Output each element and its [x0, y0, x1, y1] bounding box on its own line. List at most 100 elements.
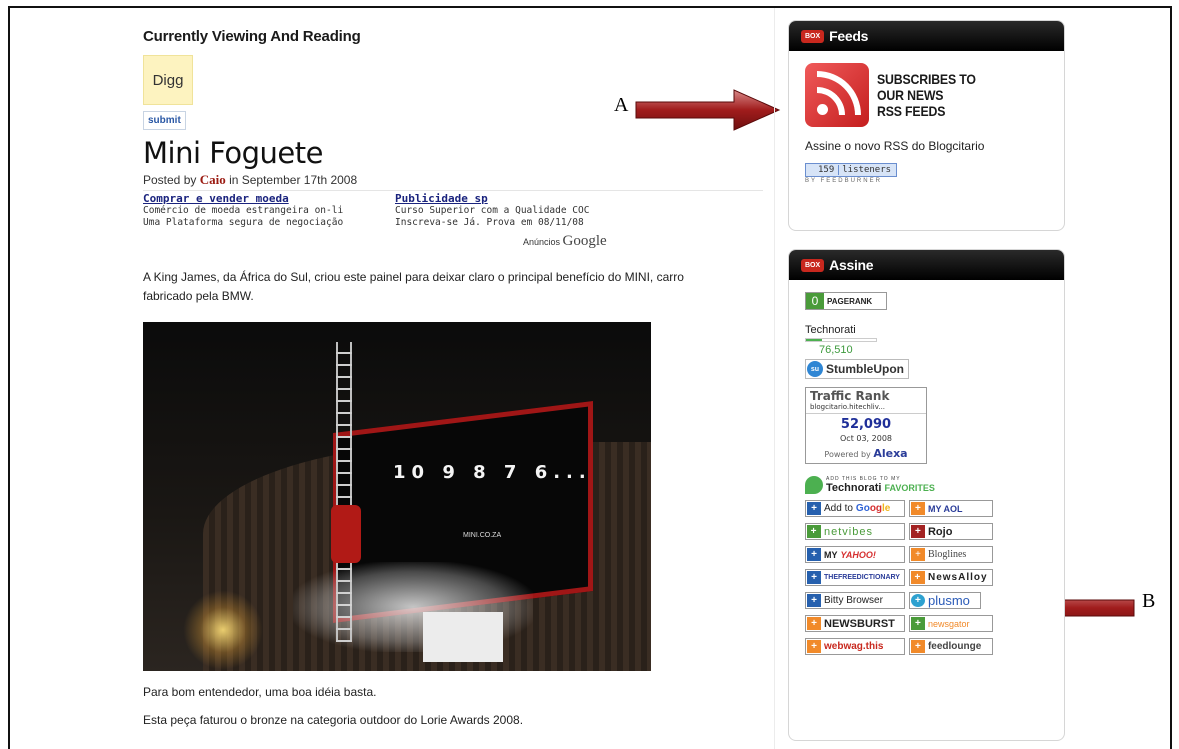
author-link[interactable]: Caio — [200, 172, 226, 187]
newsalloy-label: NewsAlloy — [927, 572, 988, 583]
newsburst-label: NEWSBURST — [824, 617, 895, 630]
google-g3: le — [882, 503, 891, 514]
rss-icon[interactable] — [805, 63, 869, 127]
alexa-site: blogcitario.hitechliv... — [806, 403, 926, 414]
bloglines-button[interactable]: + Bloglines — [908, 546, 993, 563]
technorati-icon — [805, 476, 823, 494]
post-caption-2: Esta peça faturou o bronze na categoria … — [143, 713, 524, 727]
post-photo: 10 9 8 7 6... MINI.CO.ZA — [143, 322, 651, 671]
technorati-rank[interactable]: Technorati 76,510 — [805, 324, 1048, 356]
feeds-widget: BOX Feeds SUBSCRIBES TO OUR NEWS RSS FEE… — [788, 20, 1065, 231]
photo-cabin — [423, 612, 503, 662]
plusmo-label: plusmo — [927, 593, 970, 608]
assine-widget-header: BOX Assine — [789, 250, 1064, 280]
stumbleupon-button[interactable]: su StumbleUpon — [805, 359, 909, 379]
feedburner-by: BY FEEDBURNER — [805, 178, 882, 184]
digg-submit-button[interactable]: submit — [143, 111, 186, 130]
feedburner-label: listeners — [842, 165, 892, 175]
photo-light — [183, 590, 263, 670]
techfav-big-text: Technorati FAVORITES — [826, 482, 935, 494]
rojo-button[interactable]: + Rojo — [908, 523, 993, 540]
netvibes-label: netvibes — [824, 525, 873, 538]
pagerank-label: PAGERANK — [827, 296, 873, 306]
feedburner-counter[interactable]: 159 listeners BY FEEDBURNER — [805, 163, 897, 184]
technorati-favorites-button[interactable]: ADD THIS BLOG TO MY Technorati FAVORITES — [805, 476, 1048, 494]
ad-item[interactable]: Comprar e vender moeda Comércio de moeda… — [143, 192, 375, 254]
feedburner-count: 159 — [806, 165, 840, 175]
ad-line: Comércio de moeda estrangeira on-li — [143, 205, 344, 216]
pagerank-value: 0 — [806, 293, 824, 309]
plus-icon: + — [910, 548, 925, 561]
webwag-label: webwag.this — [824, 641, 884, 652]
posted-prefix: Posted by — [143, 173, 197, 187]
section-heading: Currently Viewing And Reading — [143, 28, 361, 45]
main-content: Currently Viewing And Reading Digg submi… — [143, 28, 763, 727]
google-ads-block: Comprar e vender moeda Comércio de moeda… — [143, 192, 763, 254]
post-caption: Para bom entendedor, uma boa idéia basta… — [143, 685, 377, 699]
plus-icon: + — [807, 502, 821, 515]
plus-icon: + — [807, 617, 821, 630]
my-aol-button[interactable]: + MY AOL — [908, 500, 993, 517]
rss-subscribe-banner[interactable]: SUBSCRIBES TO OUR NEWS RSS FEEDS — [805, 63, 1048, 127]
alexa-rank: 52,090 — [840, 417, 892, 432]
ad-title[interactable]: Comprar e vender moeda — [143, 192, 375, 205]
ad-line: Curso Superior com a Qualidade COC — [395, 205, 590, 216]
rss-line-2: OUR NEWS — [877, 87, 944, 103]
bitty-browser-button[interactable]: + Bitty Browser — [805, 592, 905, 609]
rojo-label: Rojo — [927, 525, 953, 538]
netvibes-button[interactable]: + netvibes — [805, 523, 905, 540]
box-badge: BOX — [801, 258, 825, 272]
feedburner-box: 159 listeners — [805, 163, 897, 177]
subscribe-buttons: + Add to Google + MY AOL + netvibes + Ro… — [805, 500, 1048, 655]
webwag-button[interactable]: + webwag.this — [805, 638, 905, 655]
photo-car — [331, 505, 361, 563]
feedlounge-button[interactable]: + feedlounge — [908, 638, 993, 655]
my-yahoo-button[interactable]: + MY YAHOO! — [805, 546, 905, 563]
newsgator-button[interactable]: + newsgator — [908, 615, 993, 632]
plus-icon: + — [807, 548, 821, 561]
page-frame: Currently Viewing And Reading Digg submi… — [8, 6, 1172, 749]
feeds-body: SUBSCRIBES TO OUR NEWS RSS FEEDS Assine … — [789, 51, 1064, 199]
techfav-brand: Technorati — [826, 482, 882, 494]
photo-countdown: 10 9 8 7 6... — [393, 462, 592, 483]
freedictionary-button[interactable]: + THEFREEDICTIONARY — [805, 569, 905, 586]
alexa-powered-label: Powered by — [824, 450, 871, 459]
technorati-value: 76,510 — [819, 344, 853, 356]
posted-date: in September 17th 2008 — [229, 173, 358, 187]
feeds-widget-header: BOX Feeds — [789, 21, 1064, 51]
ads-by-google[interactable]: Anúncios Google — [523, 233, 607, 250]
alexa-title: Traffic Rank — [810, 389, 890, 403]
technorati-bar — [805, 338, 877, 342]
rss-line-3: RSS FEEDS — [877, 103, 946, 119]
techfav-accent: FAVORITES — [884, 483, 935, 493]
plusmo-button[interactable]: + plusmo — [908, 592, 981, 609]
newsburst-button[interactable]: + NEWSBURST — [805, 615, 905, 632]
pagerank-badge[interactable]: 0 PAGERANK — [805, 292, 887, 310]
post-paragraph: A King James, da África do Sul, criou es… — [143, 270, 684, 303]
add-to-google-button[interactable]: + Add to Google — [805, 500, 905, 517]
bloglines-label: Bloglines — [927, 549, 967, 560]
annotation-arrow-a-icon — [635, 89, 781, 131]
plus-icon: + — [910, 640, 925, 653]
post-title[interactable]: Mini Foguete — [143, 136, 763, 170]
plusmo-icon: + — [910, 594, 925, 607]
ad-line: Inscreva-se Já. Prova em 08/11/08 — [395, 217, 584, 228]
assine-rss-link[interactable]: Assine o novo RSS do Blogcitario — [805, 139, 1048, 153]
rss-line-1: SUBSCRIBES TO — [877, 71, 976, 87]
feeds-widget-title: Feeds — [829, 28, 869, 44]
assine-widget: BOX Assine 0 PAGERANK Technorati 76,510 … — [788, 249, 1065, 741]
plus-icon: + — [807, 525, 821, 538]
alexa-date: Oct 03, 2008 — [840, 434, 892, 443]
stumbleupon-icon: su — [807, 361, 823, 377]
annotation-a-label: A — [614, 94, 629, 116]
sidebar: BOX Feeds SUBSCRIBES TO OUR NEWS RSS FEE… — [774, 8, 1170, 749]
plus-icon: + — [910, 502, 925, 515]
digg-button[interactable]: Digg — [143, 55, 193, 105]
alexa-traffic-widget[interactable]: Traffic Rank blogcitario.hitechliv... 52… — [805, 387, 927, 464]
plus-icon: + — [910, 571, 925, 584]
freedictionary-label: THEFREEDICTIONARY — [824, 574, 900, 581]
newsalloy-button[interactable]: + NewsAlloy — [908, 569, 993, 586]
ad-title[interactable]: Publicidade sp — [395, 192, 627, 205]
newsgator-label: newsgator — [927, 618, 970, 629]
myaol-label: MY AOL — [927, 503, 963, 514]
